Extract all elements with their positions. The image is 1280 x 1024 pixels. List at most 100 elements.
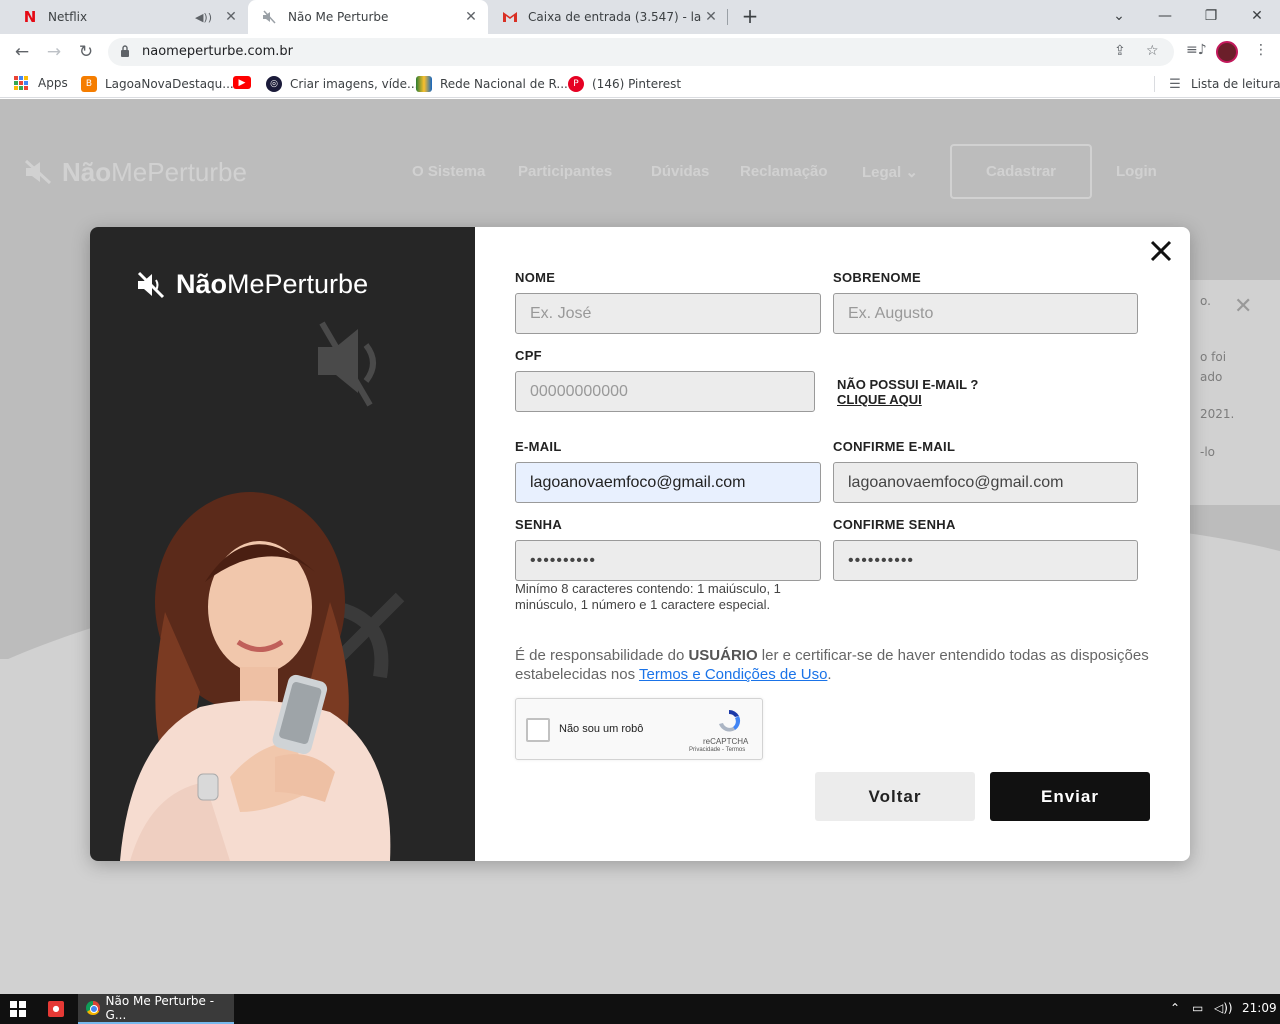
terms-text: É de responsabilidade do — [515, 647, 689, 664]
tab-netflix[interactable]: N Netflix ◀︎)) ✕ — [8, 0, 248, 34]
close-tab-icon[interactable]: ✕ — [702, 9, 720, 25]
close-tab-icon[interactable]: ✕ — [462, 9, 480, 25]
lock-icon[interactable] — [120, 44, 130, 58]
pinterest-icon: P — [568, 76, 584, 92]
tray-chevron-icon[interactable]: ⌃ — [1170, 1001, 1180, 1015]
taskbar-chrome-button[interactable]: Não Me Perturbe - G... — [78, 994, 234, 1024]
tab-title: Não Me Perturbe — [288, 10, 389, 24]
tab-nao-me-perturbe[interactable]: Não Me Perturbe ✕ — [248, 0, 488, 34]
bookmark-label: Rede Nacional de R... — [440, 77, 568, 91]
bookmark-rnp[interactable]: Rede Nacional de R... — [416, 76, 568, 92]
url-text[interactable]: naomeperturbe.com.br — [142, 44, 293, 59]
windows-start-icon[interactable] — [10, 1001, 26, 1017]
terms-bold: USUÁRIO — [688, 647, 758, 664]
browser-toolbar: ← → ↻ naomeperturbe.com.br ⇪ ☆ ≡♪ ⋮ — [0, 34, 1280, 70]
bookmark-canva[interactable]: ◎ Criar imagens, víde... — [266, 76, 419, 92]
gmail-icon — [502, 9, 518, 25]
tab-gmail[interactable]: Caixa de entrada (3.547) - lagoan ✕ — [488, 0, 728, 34]
taskbar-chrome-label: Não Me Perturbe - G... — [105, 994, 215, 1022]
rnp-icon — [416, 76, 432, 92]
blogger-icon: B — [81, 76, 97, 92]
confirm-senha-label: CONFIRME SENHA — [833, 517, 956, 532]
apps-grid-icon — [14, 76, 28, 90]
bookmarks-bar: Apps B LagoaNovaDestaqu... ▶ ◎ Criar ima… — [0, 70, 1280, 98]
more-menu-icon[interactable]: ⋮ — [1254, 42, 1268, 58]
password-hint: Minímo 8 caracteres contendo: 1 maiúscul… — [515, 581, 781, 612]
modal-logo: Não MePerturbe — [136, 269, 368, 300]
no-email-box: NÃO POSSUI E-MAIL ? CLIQUE AQUI — [837, 377, 978, 407]
watermark-icon — [318, 321, 376, 407]
nome-input[interactable]: Ex. José — [515, 293, 821, 334]
sobrenome-label: SOBRENOME — [833, 270, 921, 285]
no-email-link[interactable]: CLIQUE AQUI — [837, 392, 978, 407]
avatar[interactable] — [1216, 41, 1238, 63]
recaptcha-icon — [719, 709, 741, 732]
close-modal-icon[interactable] — [1149, 239, 1173, 263]
clock[interactable]: 21:09 — [1242, 1001, 1277, 1015]
restore-button[interactable]: ❐ — [1196, 4, 1226, 28]
cpf-label: CPF — [515, 348, 542, 363]
windows-taskbar: ● Não Me Perturbe - G... ⌃ ▭ ◁)) 21:09 — [0, 994, 1280, 1024]
reading-list-icon: ☰ — [1169, 76, 1181, 92]
logo-bold: Não — [176, 269, 228, 299]
senha-input[interactable]: •••••••••• — [515, 540, 821, 581]
network-icon[interactable]: ▭ — [1192, 1001, 1203, 1015]
bookmark-apps[interactable]: Apps — [14, 76, 68, 90]
signup-form: NOME Ex. José SOBRENOME Ex. Augusto CPF … — [475, 227, 1190, 861]
woman-with-phone-image — [120, 492, 391, 861]
nome-label: NOME — [515, 270, 556, 285]
minimize-button[interactable]: — — [1150, 4, 1180, 28]
signup-modal: Não MePerturbe NOME Ex. José SOBRENOME E… — [90, 227, 1190, 861]
canva-icon: ◎ — [266, 76, 282, 92]
email-field[interactable]: lagoanovaemfoco@gmail.com — [515, 462, 821, 503]
recaptcha-links[interactable]: Privacidade - Termos — [689, 747, 745, 753]
address-bar[interactable]: naomeperturbe.com.br ⇪ ☆ — [108, 38, 1174, 66]
back-button[interactable]: ← — [10, 40, 34, 64]
modal-brand-panel: Não MePerturbe — [90, 227, 475, 861]
volume-icon[interactable]: ◁)) — [1214, 1001, 1233, 1015]
youtube-icon: ▶ — [233, 76, 251, 89]
bookmark-youtube[interactable]: ▶ — [233, 76, 259, 89]
speaker-icon[interactable]: ◀︎)) — [195, 11, 212, 24]
forward-button[interactable]: → — [42, 40, 66, 64]
tab-title: Caixa de entrada (3.547) - lagoan — [528, 10, 702, 24]
confirm-email-label: CONFIRME E-MAIL — [833, 439, 956, 454]
recaptcha-label: Não sou um robô — [559, 723, 644, 735]
terms-text: . — [827, 666, 832, 683]
logo-regular: MePerturbe — [227, 269, 369, 299]
email-label: E-MAIL — [515, 439, 562, 454]
reading-list-label: Lista de leitura — [1191, 77, 1280, 91]
reading-list[interactable]: ☰ Lista de leitura — [1154, 76, 1280, 92]
bookmark-lagoanova[interactable]: B LagoaNovaDestaqu... — [81, 76, 234, 92]
confirm-email-field[interactable]: lagoanovaemfoco@gmail.com — [833, 462, 1138, 503]
nmp-icon — [262, 9, 278, 25]
bookmark-star-icon[interactable]: ☆ — [1146, 43, 1159, 59]
share-icon[interactable]: ⇪ — [1114, 43, 1126, 59]
bookmark-label: (146) Pinterest — [592, 77, 682, 91]
terms-link[interactable]: Termos e Condições de Uso — [639, 666, 827, 683]
no-email-question: NÃO POSSUI E-MAIL ? — [837, 377, 979, 392]
bookmark-label: Criar imagens, víde... — [290, 77, 419, 91]
tab-strip: N Netflix ◀︎)) ✕ Não Me Perturbe ✕ Caixa… — [0, 0, 1280, 34]
muted-speaker-icon — [137, 271, 165, 298]
bookmark-label: LagoaNovaDestaqu... — [105, 77, 234, 91]
recaptcha-widget: Não sou um robô reCAPTCHA Privacidade - … — [515, 698, 763, 760]
terms-notice: É de responsabilidade do USUÁRIO ler e c… — [515, 646, 1155, 684]
reload-button[interactable]: ↻ — [74, 40, 98, 64]
enviar-button[interactable]: Enviar — [990, 772, 1150, 821]
cpf-input[interactable]: 00000000000 — [515, 371, 815, 412]
media-control-icon[interactable]: ≡♪ — [1186, 42, 1207, 58]
recaptcha-checkbox[interactable] — [526, 718, 550, 742]
bookmark-pinterest[interactable]: P (146) Pinterest — [568, 76, 681, 92]
new-tab-button[interactable]: + — [738, 5, 762, 29]
sobrenome-input[interactable]: Ex. Augusto — [833, 293, 1138, 334]
voltar-button[interactable]: Voltar — [815, 772, 975, 821]
close-window-button[interactable]: ✕ — [1242, 4, 1272, 28]
chrome-icon — [86, 1001, 100, 1015]
confirm-senha-input[interactable]: •••••••••• — [833, 540, 1138, 581]
netflix-icon: N — [23, 8, 37, 26]
screen-recorder-icon[interactable]: ● — [48, 1001, 64, 1017]
tab-title: Netflix — [48, 10, 88, 24]
close-tab-icon[interactable]: ✕ — [222, 9, 240, 25]
tab-search-icon[interactable]: ⌄ — [1104, 4, 1134, 28]
